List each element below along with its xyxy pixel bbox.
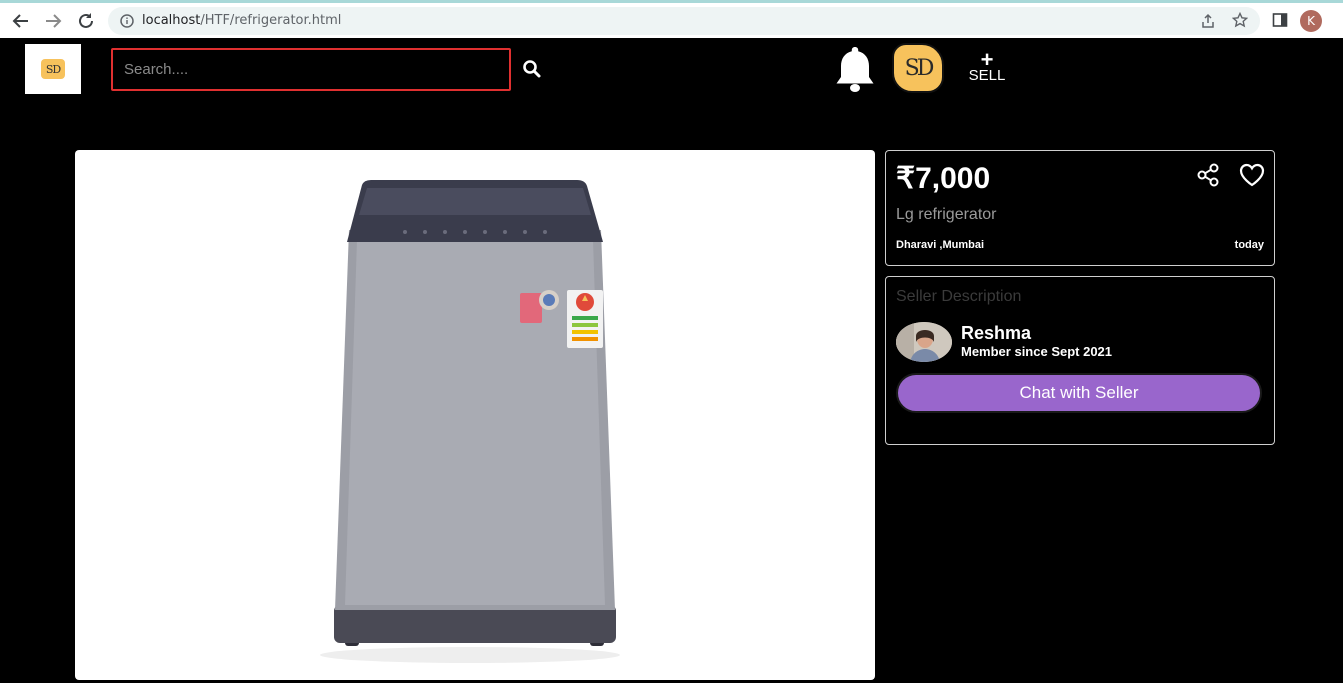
- chat-with-seller-button[interactable]: Chat with Seller: [896, 373, 1262, 413]
- heart-icon[interactable]: [1238, 162, 1266, 188]
- browser-toolbar: localhost/HTF/refrigerator.html K: [0, 0, 1343, 38]
- sidebar-icon[interactable]: [1272, 12, 1288, 28]
- search-input[interactable]: [111, 48, 511, 91]
- url-text: localhost/HTF/refrigerator.html: [142, 13, 341, 28]
- url-host: localhost: [142, 13, 201, 28]
- sell-plus-icon: +: [980, 47, 994, 72]
- profile-avatar[interactable]: K: [1300, 10, 1322, 32]
- info-icon[interactable]: [120, 14, 134, 28]
- seller-name: Reshma: [961, 323, 1032, 343]
- seller-heading: Seller Description: [896, 288, 1022, 305]
- washing-machine-image: [320, 180, 620, 663]
- search-icon[interactable]: [522, 59, 542, 79]
- seller-member-since: Member since Sept 2021: [961, 344, 1113, 359]
- back-arrow-icon[interactable]: [10, 10, 32, 32]
- listing-price: ₹7,000: [896, 162, 991, 195]
- star-icon[interactable]: [1232, 12, 1248, 28]
- bell-icon[interactable]: [830, 44, 880, 94]
- listing-title: Lg refrigerator: [896, 206, 997, 223]
- logo-badge: SD: [41, 59, 65, 79]
- url-path: /HTF/refrigerator.html: [200, 13, 342, 28]
- reload-icon[interactable]: [75, 10, 97, 32]
- forward-arrow-icon[interactable]: [42, 10, 64, 32]
- user-avatar[interactable]: SD: [892, 43, 944, 93]
- product-image: [75, 150, 875, 680]
- listing-location: Dharavi ,Mumbai: [896, 239, 985, 251]
- sell-button[interactable]: + SELL: [962, 47, 1012, 84]
- seller-avatar[interactable]: [896, 322, 952, 362]
- sell-label: SELL: [968, 67, 1006, 84]
- seller-card: Seller Description Reshma Member since S…: [885, 276, 1275, 445]
- listing-posted-date: today: [1234, 239, 1264, 251]
- site-logo[interactable]: SD: [25, 44, 81, 94]
- site-header: SD SD + SELL: [0, 38, 1343, 100]
- address-bar[interactable]: localhost/HTF/refrigerator.html: [108, 7, 1260, 35]
- share-icon[interactable]: [1196, 163, 1220, 187]
- price-card: ₹7,000 Lg refrigerator Dharavi ,Mumbai t…: [885, 150, 1275, 266]
- share-page-icon[interactable]: [1200, 13, 1216, 29]
